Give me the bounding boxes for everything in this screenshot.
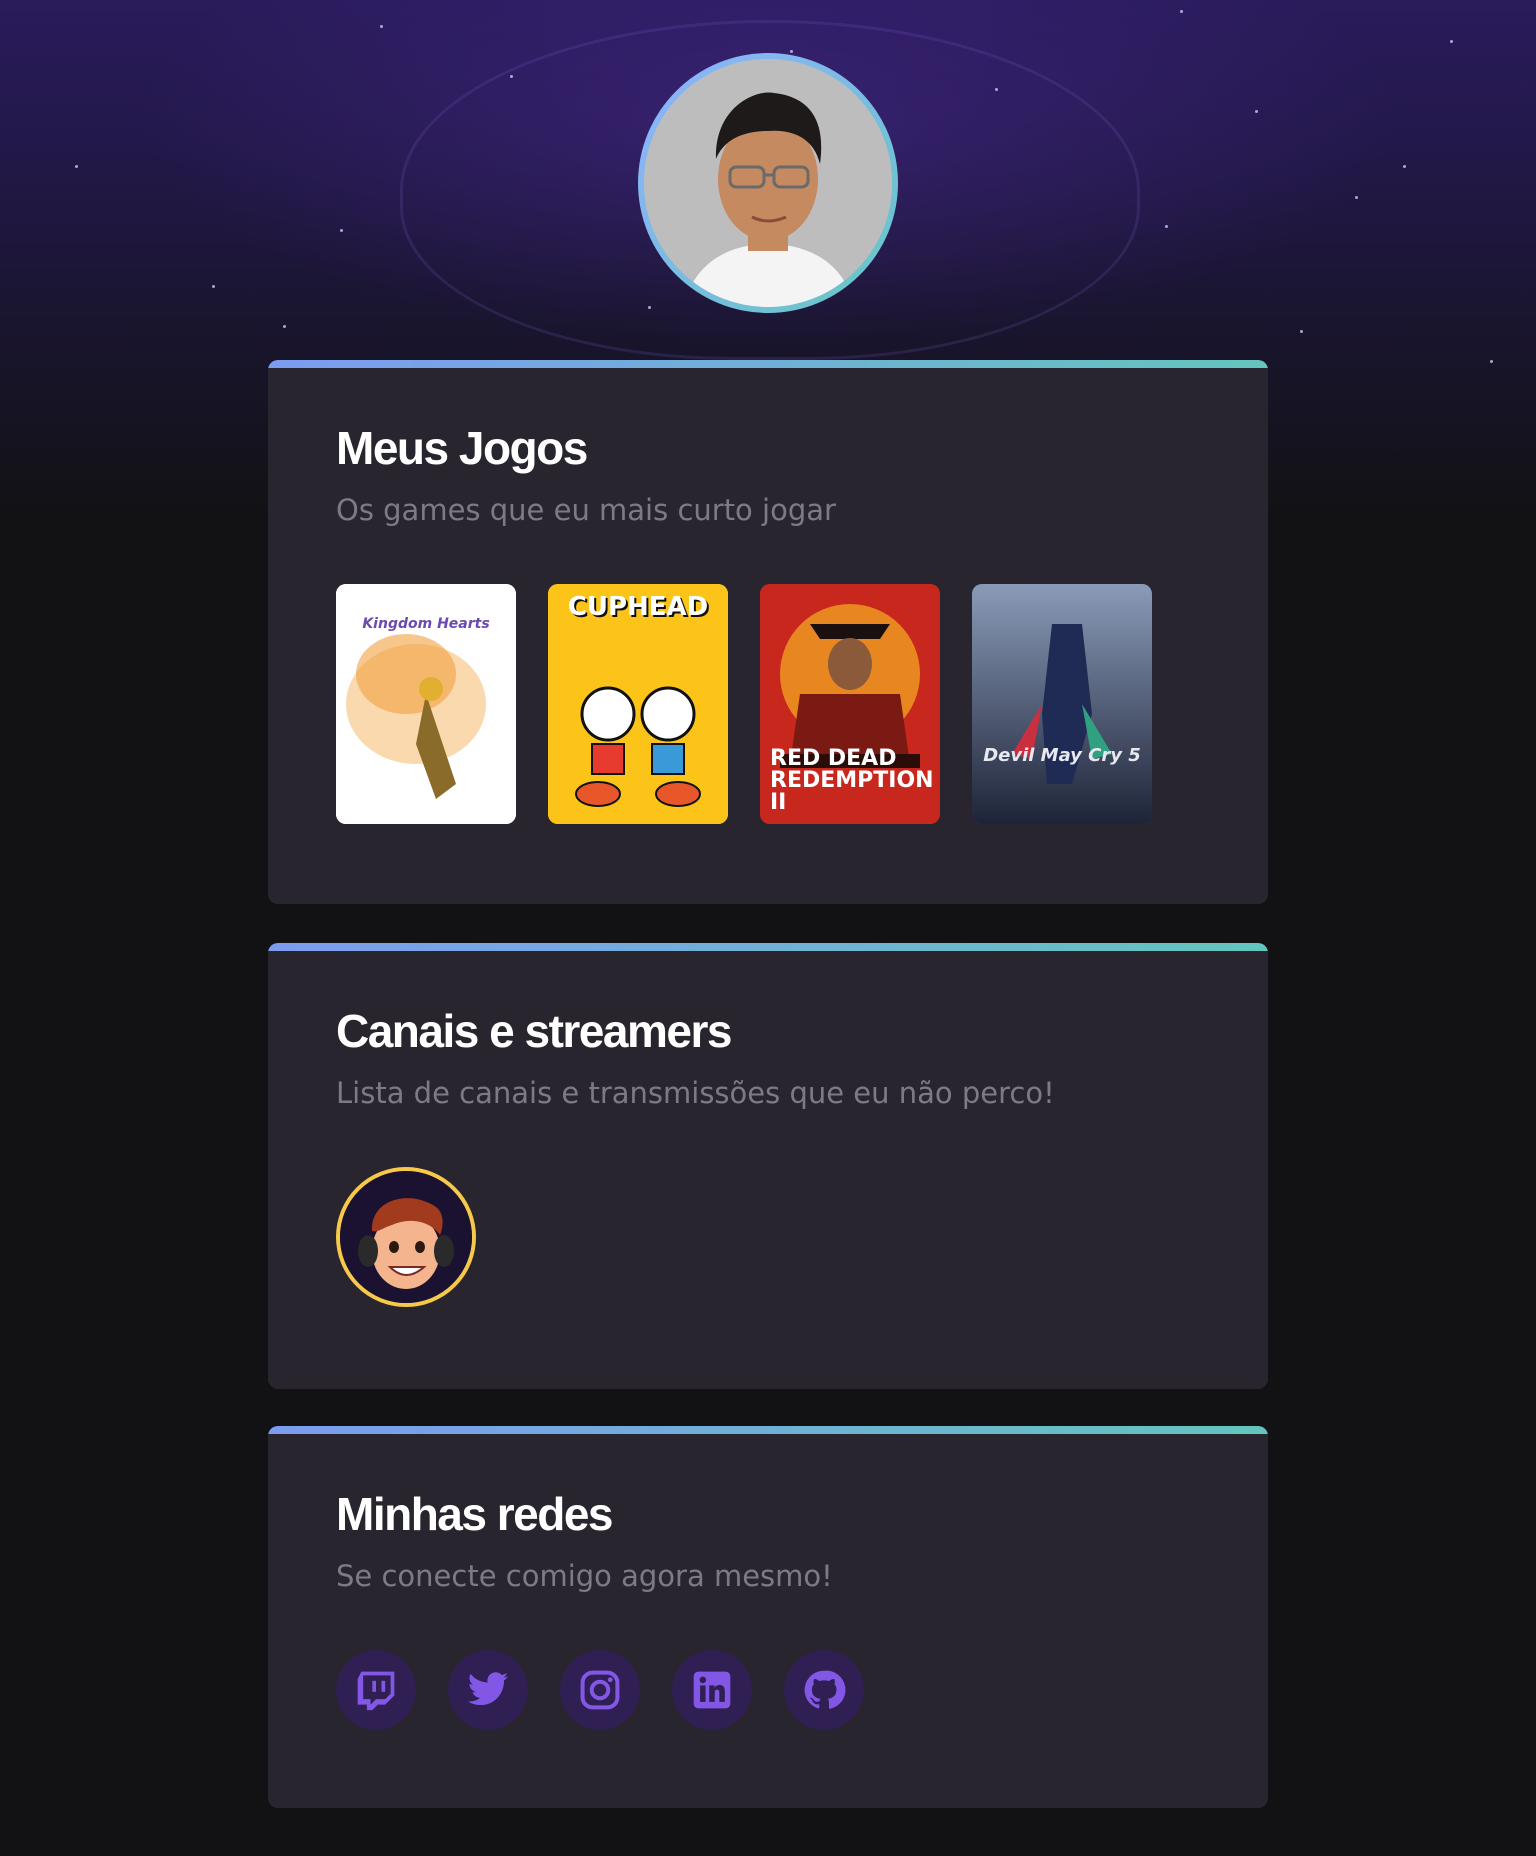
game-title: CUPHEAD (567, 592, 709, 622)
game-title: Devil May Cry 5 (983, 745, 1141, 766)
games-section-subtitle: Os games que eu mais curto jogar (336, 493, 836, 527)
game-cover-devil-may-cry[interactable]: Devil May Cry 5 (972, 584, 1152, 824)
game-title: Kingdom Hearts (362, 616, 490, 632)
profile-avatar (638, 53, 898, 313)
instagram-link[interactable] (560, 1650, 640, 1730)
socials-section-title: Minhas redes (336, 1488, 614, 1540)
social-links (336, 1650, 1200, 1730)
streamer-cartoon-icon (340, 1171, 472, 1303)
linkedin-link[interactable] (672, 1650, 752, 1730)
twitter-link[interactable] (448, 1650, 528, 1730)
twitter-icon (467, 1672, 509, 1706)
game-cover-cuphead[interactable]: CUPHEAD (548, 584, 728, 824)
github-icon (804, 1670, 846, 1709)
github-link[interactable] (784, 1650, 864, 1730)
games-card: Meus Jogos Os games que eu mais curto jo… (268, 360, 1268, 904)
instagram-icon (580, 1670, 620, 1710)
streamers-section-subtitle: Lista de canais e transmissões que eu nã… (336, 1076, 1055, 1110)
profile-photo-icon (644, 59, 892, 307)
streamer-avatar[interactable] (336, 1167, 476, 1307)
games-list: Kingdom Hearts CUPHEAD RED DEAD REDEMPTI… (336, 584, 1200, 824)
linkedin-icon (693, 1671, 731, 1709)
games-section-title: Meus Jogos (336, 422, 588, 474)
socials-section-subtitle: Se conecte comigo agora mesmo! (336, 1559, 833, 1593)
game-cover-kingdom-hearts[interactable]: Kingdom Hearts (336, 584, 516, 824)
socials-card: Minhas redes Se conecte comigo agora mes… (268, 1426, 1268, 1808)
streamers-card: Canais e streamers Lista de canais e tra… (268, 943, 1268, 1389)
twitch-link[interactable] (336, 1650, 416, 1730)
streamers-section-title: Canais e streamers (336, 1005, 732, 1057)
game-title: RED DEAD REDEMPTION II (770, 746, 934, 815)
twitch-icon (357, 1671, 395, 1711)
game-cover-red-dead-redemption[interactable]: RED DEAD REDEMPTION II (760, 584, 940, 824)
